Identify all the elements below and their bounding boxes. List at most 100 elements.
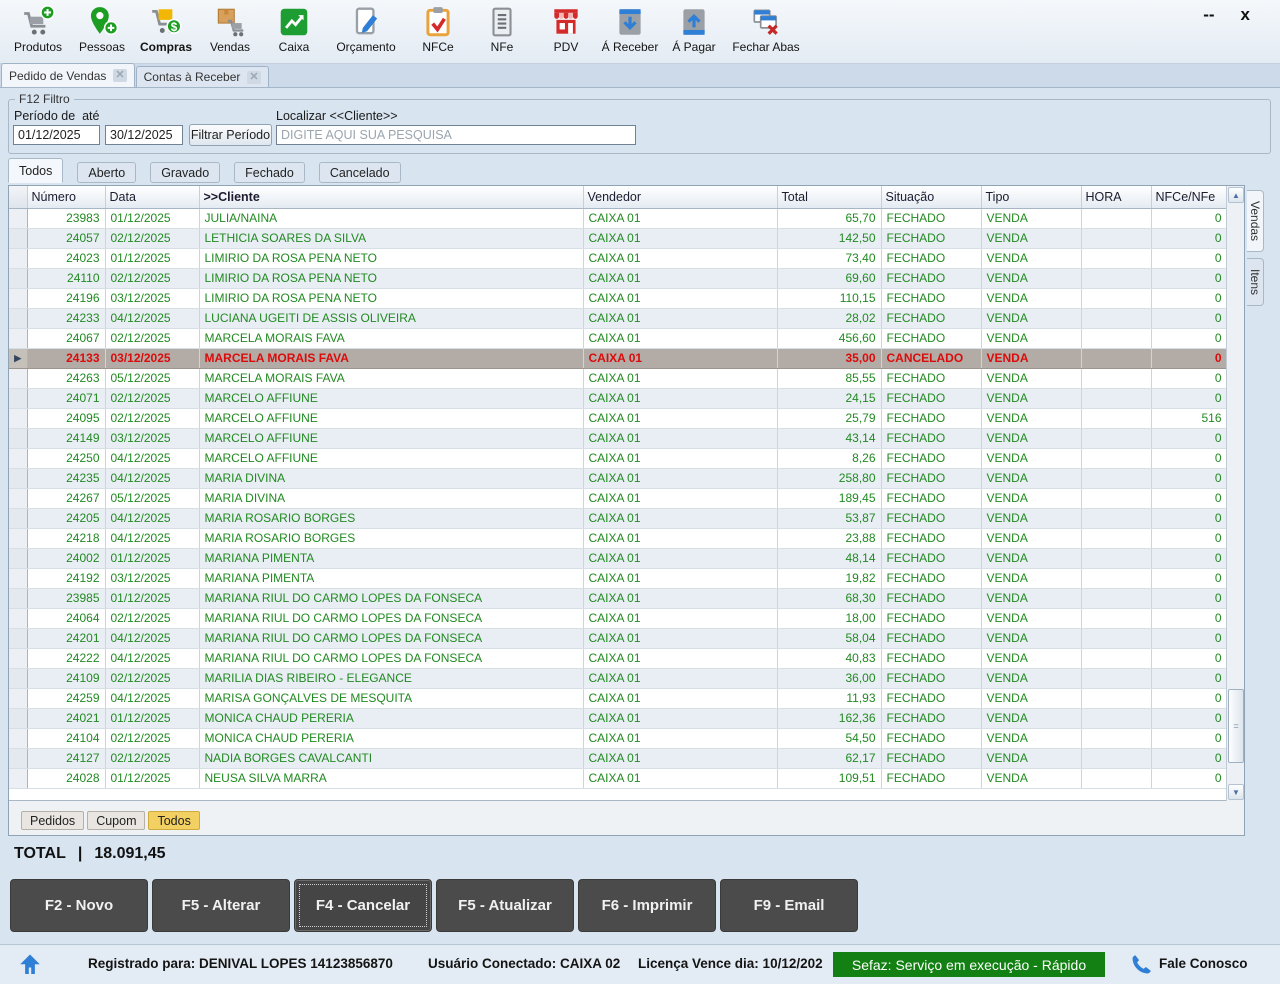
row-selector[interactable] (9, 288, 27, 308)
row-selector[interactable] (9, 448, 27, 468)
row-selector[interactable] (9, 268, 27, 288)
table-row[interactable]: 2426705/12/2025MARIA DIVINACAIXA 01189,4… (9, 488, 1227, 508)
f9-email-button[interactable]: F9 - Email (720, 879, 858, 932)
tab-contas-a-receber[interactable]: Contas à Receber✕ (136, 66, 269, 87)
f5-atualizar-button[interactable]: F5 - Atualizar (436, 879, 574, 932)
row-selector[interactable] (9, 648, 27, 668)
row-selector[interactable] (9, 388, 27, 408)
table-row[interactable]: 2410902/12/2025MARILIA DIAS RIBEIRO - EL… (9, 668, 1227, 688)
table-row[interactable]: 2420504/12/2025MARIA ROSARIO BORGESCAIXA… (9, 508, 1227, 528)
f5-alterar-button[interactable]: F5 - Alterar (152, 879, 290, 932)
column-header-hora[interactable]: HORA (1081, 186, 1151, 208)
vertical-scrollbar[interactable]: ▲ = ▼ (1226, 186, 1244, 801)
table-row[interactable]: ▶2413303/12/2025MARCELA MORAIS FAVACAIXA… (9, 348, 1227, 368)
table-row[interactable]: 2425904/12/2025MARISA GONÇALVES DE MESQU… (9, 688, 1227, 708)
table-row[interactable]: 2420104/12/2025MARIANA RIUL DO CARMO LOP… (9, 628, 1227, 648)
row-selector[interactable] (9, 248, 27, 268)
table-row[interactable]: 2411002/12/2025LIMIRIO DA ROSA PENA NETO… (9, 268, 1227, 288)
column-header-numero[interactable]: Número (27, 186, 105, 208)
row-selector[interactable] (9, 468, 27, 488)
table-row[interactable]: 2406702/12/2025MARCELA MORAIS FAVACAIXA … (9, 328, 1227, 348)
table-row[interactable]: 2400201/12/2025MARIANA PIMENTACAIXA 0148… (9, 548, 1227, 568)
row-selector[interactable] (9, 628, 27, 648)
toolbar-item-vendas[interactable]: Vendas (198, 3, 262, 56)
table-row[interactable]: 2419603/12/2025LIMIRIO DA ROSA PENA NETO… (9, 288, 1227, 308)
column-header-cliente[interactable]: >>Cliente (199, 186, 583, 208)
row-selector[interactable] (9, 328, 27, 348)
table-row[interactable]: 2423304/12/2025LUCIANA UGEITI DE ASSIS O… (9, 308, 1227, 328)
toolbar-item-areceber[interactable]: Á Receber (598, 3, 662, 56)
column-header-total[interactable]: Total (777, 186, 881, 208)
table-row[interactable]: 2402801/12/2025NEUSA SILVA MARRACAIXA 01… (9, 768, 1227, 788)
scroll-up-button[interactable]: ▲ (1228, 187, 1244, 203)
row-selector[interactable] (9, 608, 27, 628)
row-selector[interactable] (9, 368, 27, 388)
close-button[interactable]: x (1241, 6, 1250, 24)
table-row[interactable]: 2414903/12/2025MARCELO AFFIUNECAIXA 0143… (9, 428, 1227, 448)
row-selector[interactable] (9, 508, 27, 528)
status-tab-gravado[interactable]: Gravado (150, 162, 220, 183)
table-row[interactable]: 2421804/12/2025MARIA ROSARIO BORGESCAIXA… (9, 528, 1227, 548)
home-icon[interactable] (17, 952, 43, 978)
tab-pedido-de-vendas[interactable]: Pedido de Vendas✕ (1, 63, 135, 87)
table-row[interactable]: 2410402/12/2025MONICA CHAUD PERERIACAIXA… (9, 728, 1227, 748)
table-row[interactable]: 2409502/12/2025MARCELO AFFIUNECAIXA 0125… (9, 408, 1227, 428)
f2-novo-button[interactable]: F2 - Novo (10, 879, 148, 932)
column-header-tipo[interactable]: Tipo (981, 186, 1081, 208)
table-row[interactable]: 2398301/12/2025JULIA/NAINACAIXA 0165,70F… (9, 208, 1227, 228)
row-selector[interactable] (9, 668, 27, 688)
row-selector[interactable] (9, 308, 27, 328)
row-selector[interactable] (9, 228, 27, 248)
toolbar-item-apagar[interactable]: Á Pagar (662, 3, 726, 56)
column-header-nfce[interactable]: NFCe/NFe (1151, 186, 1227, 208)
table-row[interactable]: 2402101/12/2025MONICA CHAUD PERERIACAIXA… (9, 708, 1227, 728)
row-selector[interactable] (9, 428, 27, 448)
table-row[interactable]: 2423504/12/2025MARIA DIVINACAIXA 01258,8… (9, 468, 1227, 488)
row-selector[interactable] (9, 748, 27, 768)
scroll-down-button[interactable]: ▼ (1228, 784, 1244, 800)
toolbar-item-fecharabas[interactable]: Fechar Abas (726, 3, 806, 56)
row-selector[interactable]: ▶ (9, 348, 27, 368)
date-to-input[interactable]: 30/12/2025 (105, 125, 183, 145)
contact-us-link[interactable]: Fale Conosco (1159, 956, 1248, 971)
table-row[interactable]: 2406402/12/2025MARIANA RIUL DO CARMO LOP… (9, 608, 1227, 628)
filter-period-button[interactable]: Filtrar Período (189, 124, 272, 146)
row-selector[interactable] (9, 688, 27, 708)
tab-close-icon[interactable]: ✕ (247, 71, 260, 84)
toolbar-item-pdv[interactable]: PDV (534, 3, 598, 56)
table-row[interactable]: 2422204/12/2025MARIANA RIUL DO CARMO LOP… (9, 648, 1227, 668)
bottom-tab-cupom[interactable]: Cupom (87, 811, 145, 830)
table-row[interactable]: 2426305/12/2025MARCELA MORAIS FAVACAIXA … (9, 368, 1227, 388)
table-row[interactable]: 2412702/12/2025NADIA BORGES CAVALCANTICA… (9, 748, 1227, 768)
row-selector[interactable] (9, 728, 27, 748)
scrollbar-thumb[interactable]: = (1228, 689, 1244, 763)
toolbar-item-caixa[interactable]: Caixa (262, 3, 326, 56)
row-selector[interactable] (9, 708, 27, 728)
column-header-situacao[interactable]: Situação (881, 186, 981, 208)
table-row[interactable]: 2398501/12/2025MARIANA RIUL DO CARMO LOP… (9, 588, 1227, 608)
row-selector[interactable] (9, 568, 27, 588)
f4-cancelar-button[interactable]: F4 - Cancelar (294, 879, 432, 932)
status-tab-todos[interactable]: Todos (8, 158, 63, 183)
tab-close-icon[interactable]: ✕ (113, 69, 126, 82)
side-tab-vendas[interactable]: Vendas (1247, 190, 1264, 252)
table-row[interactable]: 2402301/12/2025LIMIRIO DA ROSA PENA NETO… (9, 248, 1227, 268)
row-selector[interactable] (9, 208, 27, 228)
row-selector[interactable] (9, 588, 27, 608)
side-tab-itens[interactable]: Itens (1247, 258, 1264, 306)
toolbar-item-nfce[interactable]: NFCe (406, 3, 470, 56)
table-row[interactable]: 2405702/12/2025LETHICIA SOARES DA SILVAC… (9, 228, 1227, 248)
toolbar-item-orcamento[interactable]: Orçamento (326, 3, 406, 56)
row-selector[interactable] (9, 408, 27, 428)
column-header-data[interactable]: Data (105, 186, 199, 208)
bottom-tab-todos[interactable]: Todos (148, 811, 199, 830)
table-row[interactable]: 2425004/12/2025MARCELO AFFIUNECAIXA 018,… (9, 448, 1227, 468)
toolbar-item-compras[interactable]: $Compras (134, 3, 198, 56)
row-selector[interactable] (9, 768, 27, 788)
column-header-vendedor[interactable]: Vendedor (583, 186, 777, 208)
bottom-tab-pedidos[interactable]: Pedidos (21, 811, 84, 830)
row-selector[interactable] (9, 488, 27, 508)
minimize-button[interactable]: -- (1203, 6, 1214, 24)
status-tab-cancelado[interactable]: Cancelado (319, 162, 401, 183)
status-tab-fechado[interactable]: Fechado (234, 162, 305, 183)
